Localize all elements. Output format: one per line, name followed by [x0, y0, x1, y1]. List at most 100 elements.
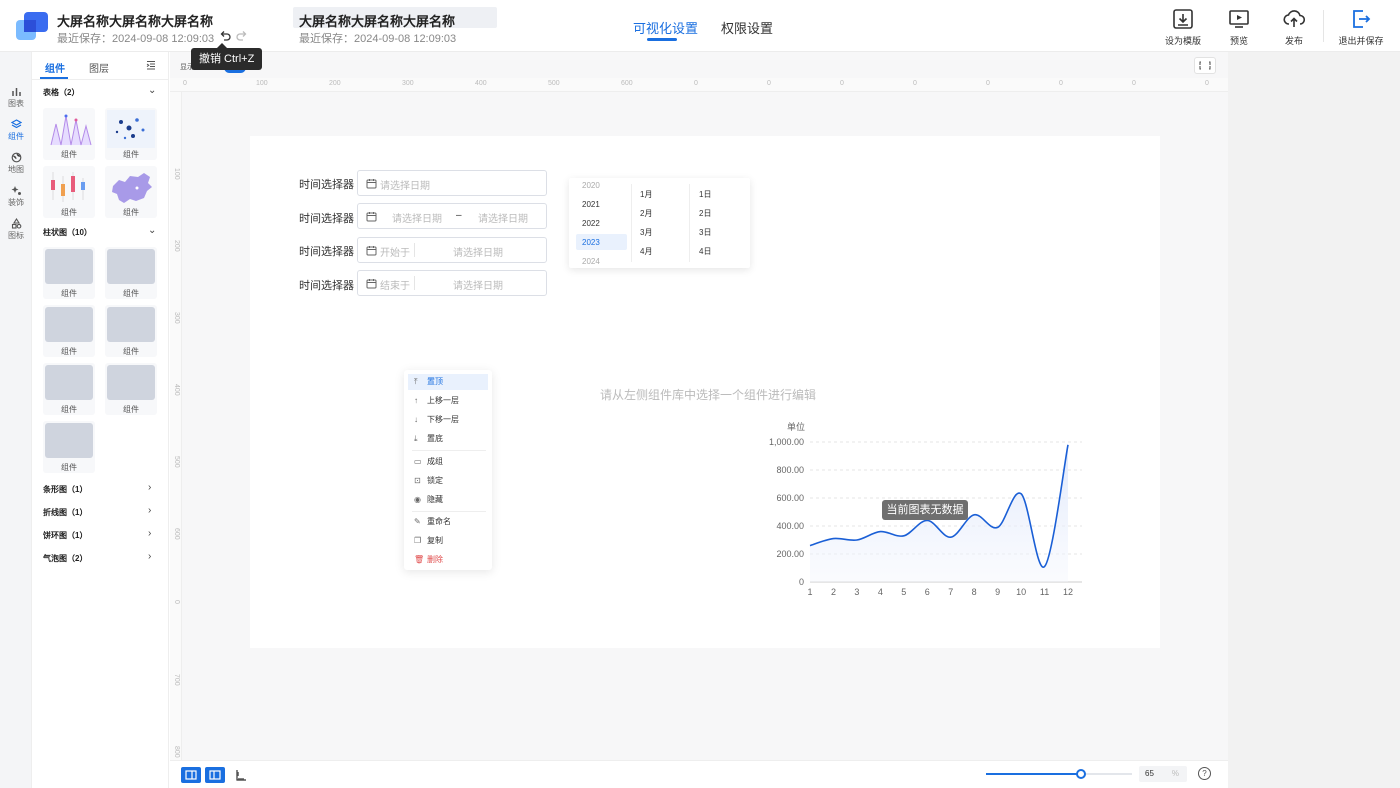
chevron-down-icon[interactable]: ⌄	[148, 225, 156, 236]
year-option[interactable]: 2024	[582, 257, 600, 266]
menu-item-send-to-bottom[interactable]: ⤓ 置底	[408, 431, 488, 447]
preview-button[interactable]: 预览	[1214, 8, 1264, 47]
zoom-input[interactable]: 65 %	[1139, 766, 1187, 782]
date-picker-start[interactable]: 开始于 请选择日期	[357, 237, 547, 263]
y-tick-label: 600.00	[776, 493, 804, 503]
panel-tab-components[interactable]: 组件	[45, 60, 65, 75]
component-thumbnail[interactable]: 组件	[43, 421, 95, 473]
date-placeholder: 请选择日期	[453, 281, 503, 292]
component-thumbnail[interactable]: 组件	[105, 247, 157, 299]
tab-visual-settings[interactable]: 可视化设置	[633, 18, 698, 37]
calendar-icon	[366, 246, 377, 256]
tab-permission-settings[interactable]: 权限设置	[721, 18, 773, 37]
ruler-tick: 0	[767, 80, 771, 87]
rail-item-decoration[interactable]: 装饰	[0, 185, 32, 208]
year-column[interactable]: 2020 2021 2022 2023 2024	[569, 178, 631, 268]
component-thumbnail[interactable]: 组件	[43, 363, 95, 415]
fullscreen-button[interactable]	[1194, 57, 1216, 74]
folder-icon: ▭	[414, 457, 422, 466]
component-thumbnail[interactable]: 组件	[105, 108, 157, 160]
group-title-horizontal-bar[interactable]: 条形图（1）	[43, 484, 87, 495]
component-thumbnail[interactable]: 组件	[43, 108, 95, 160]
menu-item-copy[interactable]: ❐ 复制	[408, 533, 488, 549]
year-option-selected[interactable]: 2023	[582, 238, 600, 247]
zoom-slider-fill	[986, 773, 1081, 775]
pin-top-icon: ⤒	[414, 377, 418, 386]
ruler-tick: 0	[1205, 80, 1209, 87]
chevron-right-icon[interactable]: ›	[148, 528, 151, 539]
chevron-down-icon[interactable]: ⌄	[148, 85, 156, 96]
chevron-right-icon[interactable]: ›	[148, 505, 151, 516]
view-mode-button[interactable]	[231, 767, 251, 783]
component-thumbnail[interactable]: 组件	[43, 166, 95, 218]
panel-tab-layers[interactable]: 图层	[89, 60, 109, 75]
menu-item-bring-to-top[interactable]: ⤒ 置顶	[408, 374, 488, 390]
menu-item-rename[interactable]: ✎ 重命名	[408, 514, 488, 530]
exit-and-save-button[interactable]: 退出并保存	[1334, 8, 1388, 47]
component-thumbnail[interactable]: 组件	[105, 305, 157, 357]
rail-item-icon[interactable]: 图标	[0, 218, 32, 241]
year-option[interactable]: 2021	[582, 200, 600, 209]
group-title-bar-chart[interactable]: 柱状图（10）	[43, 227, 92, 238]
group-title-line-chart[interactable]: 折线图（1）	[43, 507, 87, 518]
screen-title: 大屏名称大屏名称大屏名称	[57, 14, 214, 29]
undo-icon[interactable]	[219, 30, 231, 42]
day-option[interactable]: 3日	[699, 227, 711, 238]
component-thumbnail[interactable]: 组件	[43, 305, 95, 357]
menu-separator	[412, 450, 486, 451]
view-mode-button[interactable]	[205, 767, 225, 783]
date-picker-single[interactable]: 请选择日期	[357, 170, 547, 196]
rail-item-chart[interactable]: 图表	[0, 86, 32, 109]
component-thumbnail[interactable]: 组件	[105, 166, 157, 218]
menu-item-group[interactable]: ▭ 成组	[408, 454, 488, 470]
help-icon[interactable]: ?	[1198, 767, 1211, 780]
menu-item-move-down[interactable]: ↓ 下移一层	[408, 412, 488, 428]
rail-item-component[interactable]: 组件	[0, 119, 32, 142]
year-option[interactable]: 2020	[582, 181, 600, 190]
group-title-pie-chart[interactable]: 饼环图（1）	[43, 530, 87, 541]
rail-item-label: 组件	[8, 132, 24, 141]
screen-title-editable[interactable]: 大屏名称大屏名称大屏名称	[299, 11, 455, 30]
menu-item-label: 删除	[427, 555, 443, 564]
menu-item-move-up[interactable]: ↑ 上移一层	[408, 393, 488, 409]
day-option[interactable]: 2日	[699, 208, 711, 219]
month-option[interactable]: 4月	[640, 246, 652, 257]
ruler-vertical: 100 200 300 400 500 600 0 700 800	[170, 92, 182, 760]
date-range-picker[interactable]: 请选择日期 – 请选择日期	[357, 203, 547, 229]
x-tick-label: 11	[1040, 587, 1049, 597]
shapes-icon	[11, 218, 21, 229]
redo-icon[interactable]	[236, 30, 248, 42]
component-thumbnail[interactable]: 组件	[105, 363, 157, 415]
rail-item-map[interactable]: 地图	[0, 152, 32, 175]
rail-item-label: 图标	[8, 231, 24, 240]
menu-item-lock[interactable]: ⊡ 锁定	[408, 473, 488, 489]
group-title-bubble-chart[interactable]: 气泡图（2）	[43, 553, 87, 564]
zoom-slider-handle[interactable]	[1075, 769, 1086, 779]
menu-item-hide[interactable]: ◉ 隐藏	[408, 492, 488, 508]
date-picker-label: 时间选择器	[299, 213, 354, 225]
month-column[interactable]: 1月 2月 3月 4月	[632, 178, 689, 268]
day-option[interactable]: 4日	[699, 246, 711, 257]
group-title-table[interactable]: 表格（2）	[43, 87, 79, 98]
chevron-right-icon[interactable]: ›	[148, 482, 151, 493]
view-mode-button[interactable]	[181, 767, 201, 783]
ruler-tick: 200	[329, 80, 341, 87]
date-picker-end[interactable]: 结束于 请选择日期	[357, 270, 547, 296]
menu-item-delete[interactable]: 🗑 删除	[408, 552, 488, 568]
publish-button[interactable]: 发布	[1269, 8, 1319, 47]
month-option[interactable]: 1月	[640, 189, 652, 200]
ruler-tick: 0	[913, 80, 917, 87]
chevron-right-icon[interactable]: ›	[148, 551, 151, 562]
exit-icon	[1353, 10, 1371, 28]
set-as-template-button[interactable]: 设为模版	[1158, 8, 1208, 47]
y-tick-label: 0	[799, 577, 804, 587]
day-option[interactable]: 1日	[699, 189, 711, 200]
collapse-panel-icon[interactable]	[146, 60, 156, 70]
date-placeholder: 请选择日期	[453, 248, 503, 259]
component-thumbnail[interactable]: 组件	[43, 247, 95, 299]
year-option[interactable]: 2022	[582, 219, 600, 228]
category-rail: 图表 组件 地图 装饰 图标	[0, 52, 32, 788]
month-option[interactable]: 2月	[640, 208, 652, 219]
month-option[interactable]: 3月	[640, 227, 652, 238]
day-column[interactable]: 1日 2日 3日 4日	[690, 178, 750, 268]
